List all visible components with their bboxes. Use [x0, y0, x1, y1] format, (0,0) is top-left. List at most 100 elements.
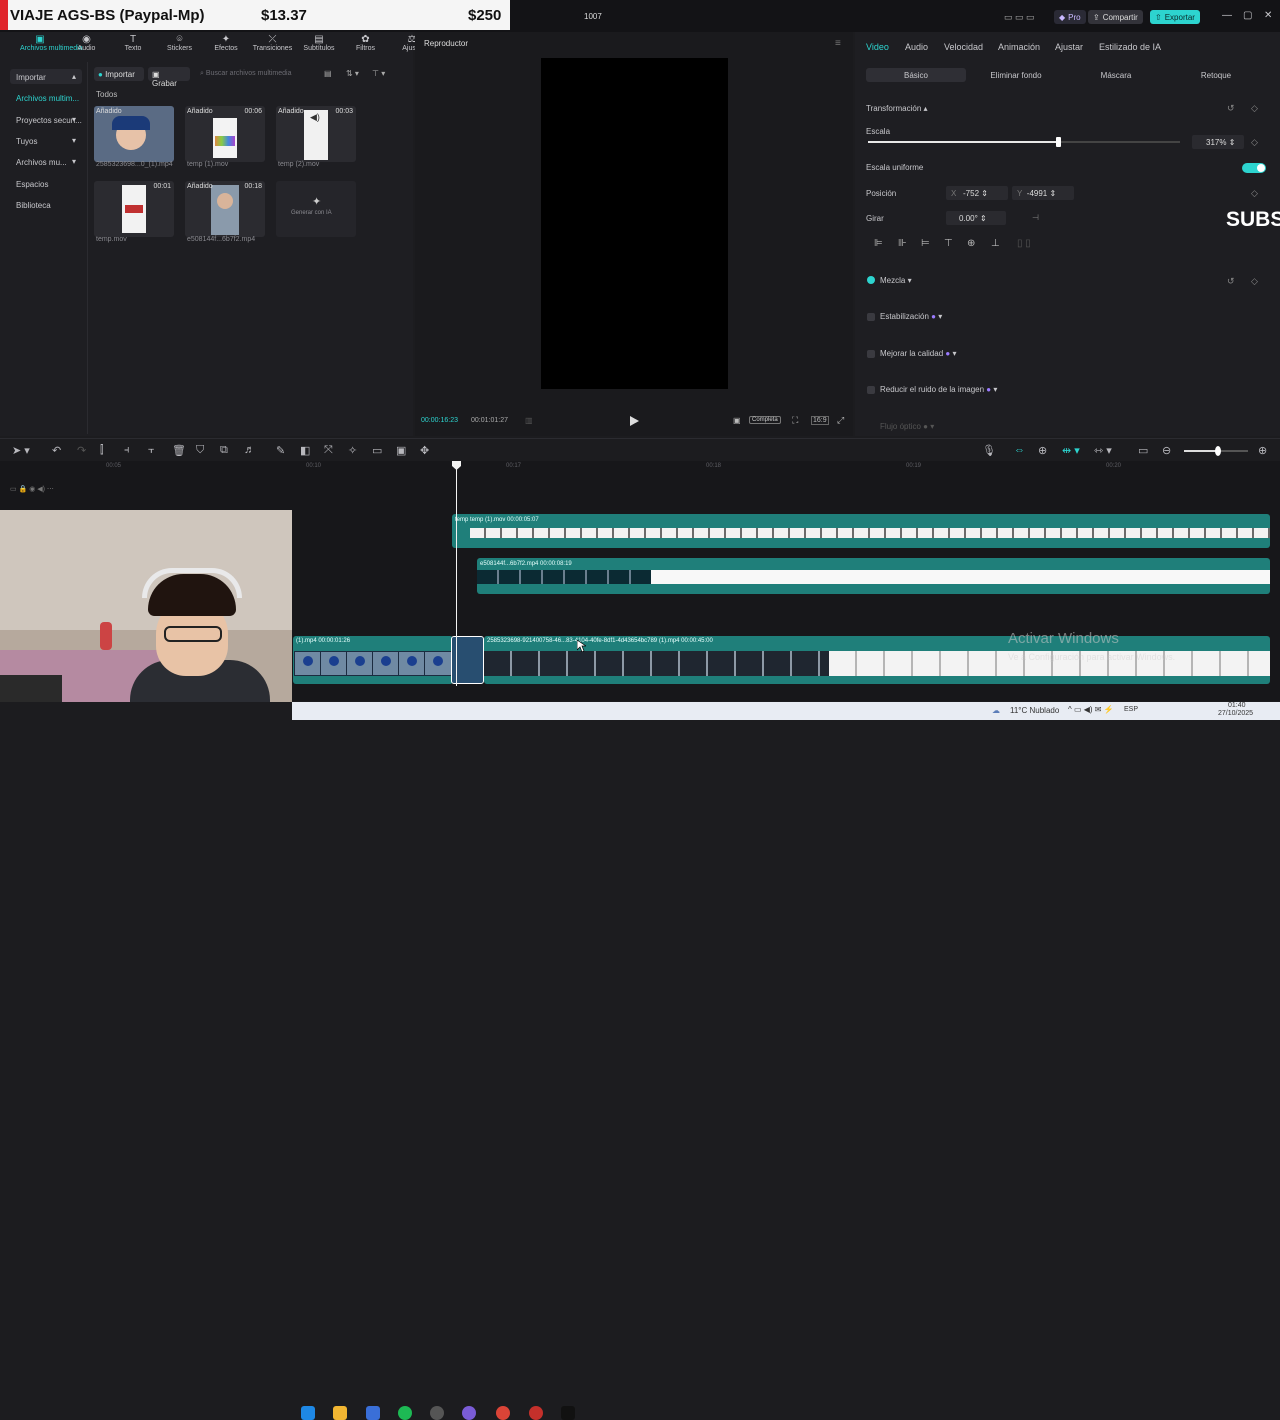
caption-icon[interactable]: ▭ [372, 444, 382, 457]
media-item[interactable]: ◀) Añadido 00:03 [276, 106, 356, 162]
toolbar-subtitles-button[interactable]: ▤ Subtítulos [299, 34, 339, 52]
magnet-icon[interactable]: ⇹ ▾ [1062, 444, 1080, 457]
align-left-icon[interactable]: ⊫ [874, 238, 883, 249]
sidebar-item[interactable]: Espacios [10, 176, 82, 191]
toolbar-filter-button[interactable]: ✿ Filtros [346, 34, 386, 52]
caption-track-icon[interactable]: ▭ [1138, 444, 1148, 457]
property-tab[interactable]: Animación [998, 42, 1040, 52]
freeze-icon[interactable]: ▣ [396, 444, 406, 457]
rotate-input[interactable]: 0.00° ⇕ [946, 211, 1006, 225]
keyframe-icon[interactable]: ◇ [1251, 137, 1258, 148]
property-tab[interactable]: Velocidad [944, 42, 983, 52]
align-center-icon[interactable]: ⊪ [898, 238, 907, 249]
redo-icon[interactable]: ↷ [77, 444, 86, 457]
property-tab[interactable]: Video [866, 42, 889, 52]
undo-icon[interactable]: ↶ [52, 444, 61, 457]
clock-time[interactable]: 01:40 [1228, 702, 1246, 709]
scale-slider-track[interactable] [868, 137, 1180, 147]
maximize-icon[interactable]: ▢ [1243, 10, 1252, 21]
share-button[interactable]: ⇪ Compartir [1088, 10, 1143, 24]
ai-edit-icon[interactable]: ✎ [276, 444, 285, 457]
enhance-checkbox[interactable] [867, 350, 875, 358]
align-right-icon[interactable]: ⊨ [921, 238, 930, 249]
record-button[interactable]: ▣ Grabar [148, 67, 190, 88]
toolbar-transition-button[interactable]: ⤫ Transiciones [253, 34, 293, 52]
stabilize-checkbox[interactable] [867, 313, 875, 321]
more-icon[interactable]: ✥ [420, 444, 429, 457]
mirror-icon[interactable]: ◧ [300, 444, 310, 457]
clock-date[interactable]: 27/10/2025 [1218, 710, 1253, 717]
reset-icon[interactable]: ↺ [1227, 103, 1235, 114]
minimize-icon[interactable]: — [1222, 10, 1232, 21]
tray-icons[interactable]: ^ ▭ ◀) ✉ ⚡ [1068, 705, 1114, 714]
playhead[interactable] [456, 462, 457, 686]
audio-extract-icon[interactable]: ♬ [244, 444, 255, 456]
denoise-checkbox[interactable] [867, 386, 875, 394]
import-button[interactable]: ● Importar [94, 67, 144, 81]
magic-icon[interactable]: ✧ [348, 444, 357, 457]
media-item[interactable]: Añadido [94, 106, 174, 162]
preview-axis-icon[interactable]: ⇿ ▾ [1094, 444, 1112, 457]
pro-button[interactable]: ◆ Pro [1054, 10, 1086, 24]
settings-icon[interactable] [430, 1406, 444, 1420]
split-right-icon[interactable]: ⫟ [148, 444, 155, 457]
property-subtab[interactable]: Máscara [1066, 68, 1166, 82]
media-item[interactable]: Añadido 00:06 [185, 106, 265, 162]
zoom-slider[interactable] [1184, 446, 1248, 456]
keyframe-icon[interactable]: ◇ [1251, 103, 1258, 114]
zoom-slider-handle[interactable] [1215, 446, 1221, 456]
toolbar-text-button[interactable]: T Texto [113, 34, 153, 52]
snap-icon[interactable]: ⊕ [1038, 444, 1047, 457]
record-app-icon[interactable] [529, 1406, 543, 1420]
view-toggle-icon[interactable]: ▤ [324, 69, 332, 78]
clip-temp[interactable]: temp temp (1).mov 00:00:05:07 [452, 514, 1270, 548]
rotate-flip-icon[interactable]: ⊣ [1032, 213, 1039, 222]
crop-icon[interactable]: ⧉ [220, 444, 228, 457]
align-middle-icon[interactable]: ⊕ [967, 238, 975, 249]
playhead-handle-icon[interactable] [452, 461, 461, 470]
reset-icon[interactable]: ↺ [1227, 276, 1235, 287]
property-subtab[interactable]: Eliminar fondo [966, 68, 1066, 82]
store-icon[interactable] [366, 1406, 380, 1420]
fullscreen-crop-icon[interactable]: ⛶ [792, 415, 798, 426]
property-tab[interactable]: Estilizado de IA [1099, 42, 1161, 52]
clip-e508144f[interactable]: e508144f...6b7f2.mp4 00:00:08:19 [477, 558, 1270, 594]
weather-text[interactable]: 11°C Nublado [1010, 706, 1059, 715]
fullscreen-icon[interactable]: ⤢ [837, 415, 844, 426]
position-y-input[interactable]: Y -4991 ⇕ [1012, 186, 1074, 200]
property-tab[interactable]: Audio [905, 42, 928, 52]
close-icon[interactable]: ✕ [1264, 10, 1272, 21]
property-subtab[interactable]: Retoque [1166, 68, 1266, 82]
sidebar-item[interactable]: Proyectos secun... ▾ [10, 112, 82, 127]
generate-ai-card[interactable]: ✦ Generar con IA [276, 181, 356, 237]
scale-input[interactable]: 317% ⇕ [1192, 135, 1244, 149]
ratio-button[interactable]: Completa [749, 416, 781, 424]
obs-icon[interactable] [462, 1406, 476, 1420]
zoom-in-icon[interactable]: ⊕ [1258, 444, 1267, 457]
sort-icon[interactable]: ⇅ ▾ [346, 69, 359, 78]
mic-icon[interactable]: 🎙 [982, 444, 996, 457]
media-item[interactable]: 00:01 [94, 181, 174, 237]
blend-checkbox[interactable] [867, 276, 875, 284]
chrome-icon[interactable] [496, 1406, 510, 1420]
keyframe-icon[interactable]: ◇ [1251, 188, 1258, 199]
toolbar-media-button[interactable]: ▣ Archivos multimedia [20, 34, 83, 52]
split-icon[interactable]: ⫿ [100, 444, 104, 457]
scale-slider-handle[interactable] [1056, 137, 1062, 147]
filter-icon[interactable]: ⊤ ▾ [372, 69, 385, 78]
spotify-icon[interactable] [398, 1406, 412, 1420]
track-controls-icon[interactable]: ▭ 🔒 ◉ ◀) ⋯ [10, 485, 54, 493]
language-indicator[interactable]: ESP [1124, 706, 1138, 713]
edge-icon[interactable] [301, 1406, 315, 1420]
fit-icon[interactable]: ▣ [733, 416, 741, 425]
property-tab[interactable]: Ajustar [1055, 42, 1083, 52]
sidebar-item[interactable]: Tuyos ▾ [10, 133, 82, 148]
split-left-icon[interactable]: ⫞ [124, 444, 130, 457]
export-button[interactable]: ⇧ Exportar [1150, 10, 1200, 24]
property-subtab[interactable]: Básico [866, 68, 966, 82]
delete-icon[interactable]: 🗑 [172, 444, 186, 457]
distribute-icon[interactable]: ▯ ▯ [1017, 238, 1031, 249]
preview-canvas[interactable] [541, 58, 728, 389]
sidebar-item[interactable]: Archivos multim... [10, 90, 82, 105]
align-top-icon[interactable]: ⊤ [944, 238, 953, 249]
